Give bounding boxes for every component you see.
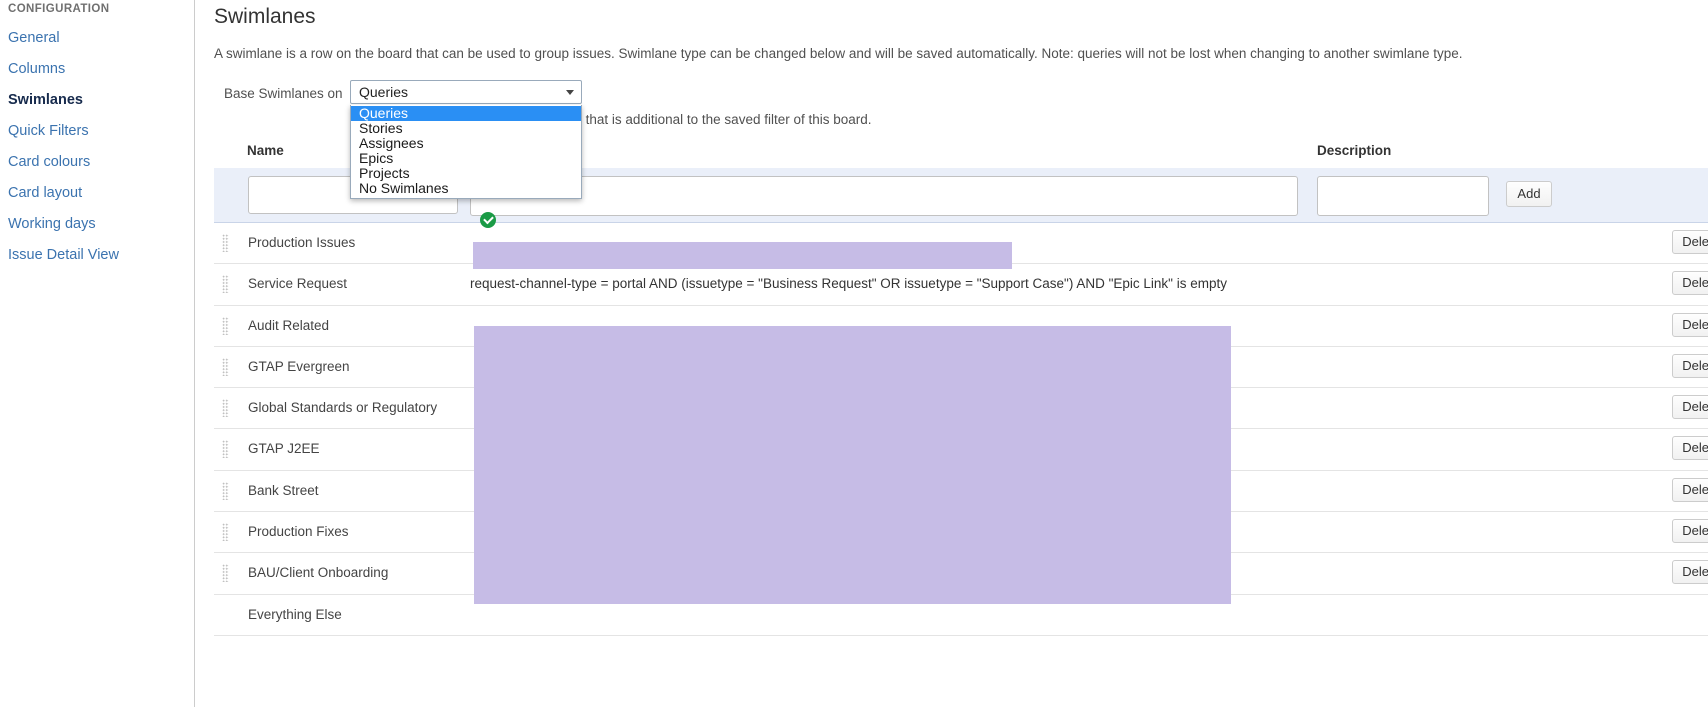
base-swimlanes-option-list[interactable]: Queries Stories Assignees Epics Projects… (350, 105, 582, 199)
table-row: BAU/Client Onboarding Delete (214, 553, 1708, 595)
sidebar-item-quick-filters[interactable]: Quick Filters (0, 122, 194, 140)
table-row: Service Request request-channel-type = p… (214, 264, 1708, 306)
option-stories[interactable]: Stories (351, 121, 581, 136)
sidebar-item-working-days[interactable]: Working days (0, 215, 194, 233)
sidebar-item-swimlanes[interactable]: Swimlanes (0, 91, 194, 109)
base-swimlanes-row: Base Swimlanes on Queries Queries Storie… (214, 80, 1708, 199)
table-row: Bank Street Delete (214, 470, 1708, 513)
new-swimlane-query-input[interactable] (470, 176, 1298, 216)
table-row: Production Fixes Delete (214, 512, 1708, 554)
new-swimlane-description-input[interactable] (1317, 176, 1489, 216)
delete-button[interactable]: Delete (1672, 436, 1708, 461)
add-button[interactable]: Add (1506, 181, 1552, 207)
swimlane-name: Everything Else (248, 606, 342, 622)
swimlane-name: BAU/Client Onboarding (248, 565, 389, 581)
table-row: Global Standards or Regulatory Delete (214, 388, 1708, 430)
page-title: Swimlanes (214, 5, 316, 28)
swimlane-name: Global Standards or Regulatory (248, 400, 438, 416)
sidebar-item-card-colours[interactable]: Card colours (0, 153, 194, 171)
sidebar-item-general[interactable]: General (0, 29, 194, 47)
swimlane-name: GTAP J2EE (248, 441, 320, 457)
drag-handle-icon[interactable] (222, 440, 229, 459)
drag-handle-icon[interactable] (222, 275, 229, 294)
swimlane-name: GTAP Evergreen (248, 358, 350, 374)
drag-handle-icon[interactable] (222, 316, 229, 335)
drag-handle-icon[interactable] (222, 564, 229, 583)
swimlane-name: Bank Street (248, 482, 319, 498)
delete-button[interactable]: Delete (1672, 477, 1708, 502)
delete-button[interactable]: Delete (1672, 312, 1708, 337)
sidebar-item-columns[interactable]: Columns (0, 60, 194, 78)
main-content: Swimlanes A swimlane is a row on the boa… (196, 0, 1708, 707)
delete-button[interactable]: Delete (1672, 519, 1708, 544)
option-projects[interactable]: Projects (351, 166, 581, 181)
base-swimlanes-select[interactable]: Queries (350, 80, 582, 104)
drag-handle-icon[interactable] (222, 234, 229, 252)
table-row: GTAP J2EE Delete (214, 429, 1708, 471)
drag-handle-icon[interactable] (222, 357, 229, 376)
page-description: A swimlane is a row on the board that ca… (214, 46, 1463, 61)
swimlanes-table: Name Description Add Production Issues D… (214, 140, 1708, 636)
jql-valid-check-icon (480, 212, 496, 228)
drag-handle-icon[interactable] (222, 523, 229, 542)
delete-button[interactable]: Delete (1672, 395, 1708, 420)
drag-handle-icon[interactable] (222, 399, 229, 418)
option-no-swimlanes[interactable]: No Swimlanes (351, 181, 581, 196)
sidebar-heading: CONFIGURATION (8, 3, 110, 15)
swimlane-query: request-channel-type = portal AND (issue… (470, 276, 1227, 292)
option-assignees[interactable]: Assignees (351, 136, 581, 151)
swimlane-name: Service Request (248, 276, 348, 292)
table-row: GTAP Evergreen Delete (214, 346, 1708, 389)
option-queries[interactable]: Queries (351, 106, 581, 121)
column-header-name: Name (247, 143, 284, 158)
column-header-description: Description (1317, 143, 1392, 158)
table-row: Everything Else (214, 594, 1708, 636)
swimlane-name: Production Fixes (248, 524, 349, 540)
sidebar-item-issue-detail-view[interactable]: Issue Detail View (0, 246, 194, 264)
option-epics[interactable]: Epics (351, 151, 581, 166)
delete-button[interactable]: Delete (1672, 560, 1708, 585)
sidebar-item-card-layout[interactable]: Card layout (0, 184, 194, 202)
delete-button[interactable]: Delete (1672, 353, 1708, 378)
base-swimlanes-select-wrapper: Queries Queries Stories Assignees Epics … (350, 80, 582, 199)
drag-handle-icon[interactable] (222, 481, 229, 500)
delete-button[interactable]: Delete (1672, 230, 1708, 254)
delete-button[interactable]: Delete (1672, 271, 1708, 296)
swimlane-name: Production Issues (248, 235, 356, 250)
swimlane-name: Audit Related (248, 317, 330, 333)
chevron-down-icon (566, 90, 574, 95)
table-row: Production Issues Delete (214, 223, 1708, 265)
table-row: Audit Related Delete (214, 305, 1708, 347)
base-swimlanes-selected-value: Queries (359, 84, 409, 100)
base-swimlanes-label: Base Swimlanes on (224, 86, 343, 101)
configuration-sidebar: CONFIGURATION General Columns Swimlanes … (0, 0, 195, 707)
